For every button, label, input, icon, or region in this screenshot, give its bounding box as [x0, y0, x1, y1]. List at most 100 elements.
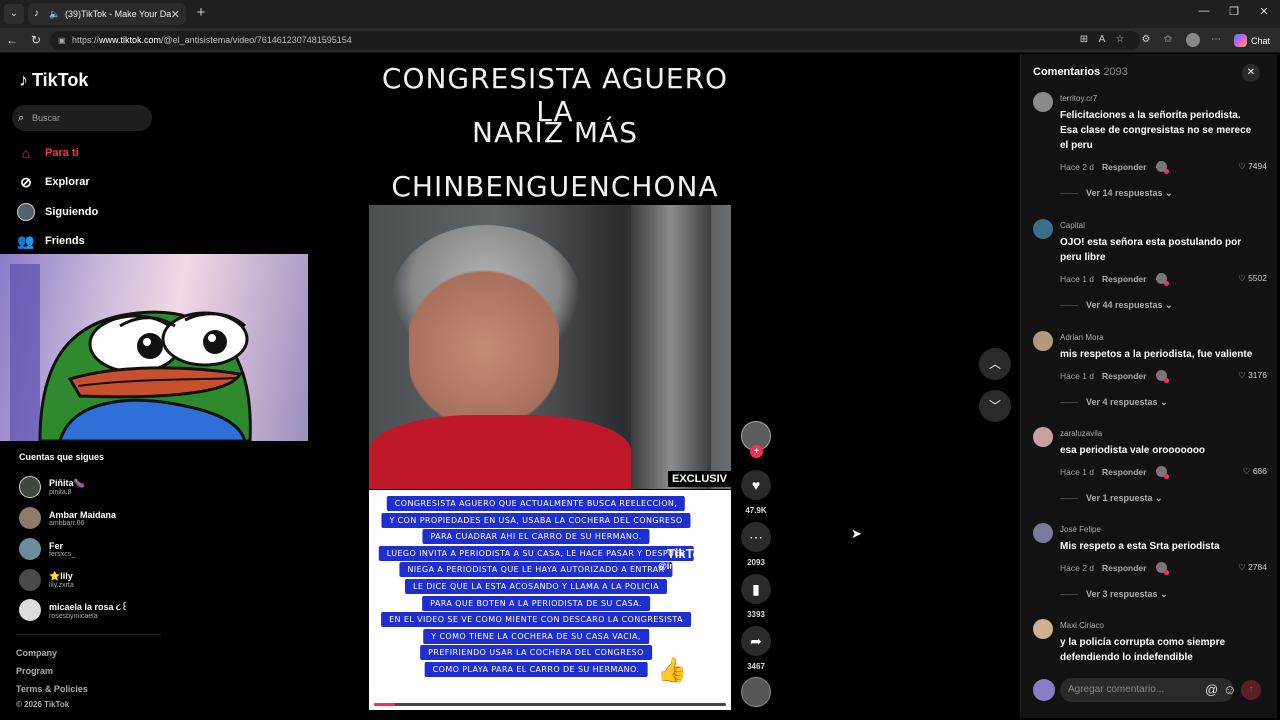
like-button[interactable]: ♥ 47.9K — [741, 470, 771, 515]
profile-avatar[interactable] — [1186, 33, 1200, 47]
following-account[interactable]: Fer fersxcs_ — [19, 536, 75, 562]
favorites-icon[interactable]: ✩ — [1162, 34, 1174, 46]
view-replies-button[interactable]: Ver 1 respuesta ⌄ — [1060, 493, 1163, 504]
commenter-name[interactable]: José Felipe — [1060, 525, 1101, 534]
nav-label: Friends — [45, 235, 85, 247]
reply-button[interactable]: Responder — [1102, 371, 1146, 381]
comment-like-button[interactable]: ♡ 2784 — [1238, 562, 1267, 573]
comments-title: Comentarios — [1033, 66, 1101, 78]
send-arrow-icon[interactable]: ↑ — [1241, 680, 1261, 700]
commenter-avatar[interactable] — [1033, 523, 1053, 543]
comment-like-button[interactable]: ♡ 686 — [1243, 466, 1267, 477]
follow-plus-icon[interactable]: + — [750, 445, 763, 458]
account-name: Fer — [49, 540, 64, 551]
nav-friends[interactable]: 👥 Friends — [17, 230, 85, 252]
view-replies-button[interactable]: Ver 14 respuestas ⌄ — [1060, 188, 1173, 199]
next-video-button[interactable]: ﹀ — [979, 390, 1011, 422]
commenter-name[interactable]: Capital — [1060, 221, 1085, 230]
share-button[interactable]: ➦ 3467 — [741, 626, 771, 671]
speaker-icon[interactable]: 🔈 — [49, 9, 61, 20]
close-comments-icon[interactable]: ✕ — [1242, 64, 1260, 82]
commenter-avatar[interactable] — [1033, 427, 1053, 447]
reply-button[interactable]: Responder — [1102, 563, 1146, 573]
url-field[interactable]: ▣ https://www.tiktok.com/@el_antisistema… — [50, 31, 1140, 50]
commenter-name[interactable]: territoy.cr7 — [1060, 94, 1097, 103]
tiktok-logo[interactable]: ♪ TikTok — [19, 70, 88, 91]
nav-explorar[interactable]: ⊘ Explorar — [17, 171, 90, 193]
video-title-line: CHINBENGUENCHONA — [391, 170, 719, 203]
video-author[interactable]: el_antisistema — [376, 681, 452, 693]
following-account[interactable]: Ambar Maidana ambbarr.06 — [19, 505, 116, 531]
following-account[interactable]: micaela la rosa ૮꒰ rosesbymicaela — [19, 597, 128, 623]
sound-avatar[interactable] — [741, 677, 771, 707]
reload-icon[interactable]: ↻ — [28, 33, 44, 47]
footer-link-program[interactable]: Program — [16, 666, 53, 676]
comment-meta: Hace 1 d Responder ♡ 5502 — [1060, 273, 1267, 286]
video-player[interactable]: CONGRESISTA AGUERO LA NARIZ MÁS CHINBENG… — [369, 54, 731, 710]
comment-count: 2093 — [747, 558, 765, 567]
previous-video-button[interactable]: ︿ — [979, 348, 1011, 380]
tab-menu-chevron-icon[interactable]: ⌄ — [4, 4, 24, 24]
comment-button[interactable]: ⋯ 2093 — [741, 522, 771, 567]
browser-tab[interactable]: ♪ 🔈 (39)TikTok - Make Your Day ✕ — [28, 3, 186, 25]
comment-like-count: 686 — [1252, 466, 1267, 476]
creator-liked-avatar — [1156, 273, 1170, 286]
commenter-name[interactable]: Adrian Mora — [1060, 333, 1104, 342]
comment-text: esa periodista vale orooooooo — [1060, 445, 1206, 456]
restore-icon[interactable]: ❐ — [1227, 5, 1241, 18]
account-username: pinita.8 — [49, 489, 72, 496]
comment-text: mis respetos a la periodista, fue valien… — [1060, 349, 1253, 360]
exclusive-label: EXCLUSIV — [667, 471, 731, 487]
commenter-avatar[interactable] — [1033, 219, 1053, 239]
chevron-down-icon: ﹀ — [988, 399, 1001, 413]
app-available-icon[interactable]: ⊞ — [1078, 34, 1090, 46]
reply-button[interactable]: Responder — [1102, 162, 1146, 172]
commenter-name[interactable]: zaraluzavila — [1060, 429, 1102, 438]
back-arrow-icon[interactable]: ← — [4, 33, 20, 47]
view-replies-label: Ver 1 respuesta — [1086, 493, 1153, 503]
view-replies-button[interactable]: Ver 3 respuestas ⌄ — [1060, 589, 1168, 600]
comment-time: Hace 1 d — [1060, 273, 1095, 284]
copyright: © 2026 TikTok — [16, 700, 70, 709]
new-tab-plus-icon[interactable]: + — [192, 4, 210, 22]
view-replies-button[interactable]: Ver 4 respuestas ⌄ — [1060, 397, 1168, 408]
avatar — [19, 538, 41, 560]
copilot-chat-button[interactable]: Chat — [1234, 33, 1270, 48]
save-button[interactable]: ▮ 3393 — [741, 574, 771, 619]
emoji-icon[interactable]: ☺ — [1223, 682, 1236, 697]
search-input[interactable]: ⌕ Buscar — [12, 105, 152, 131]
favorite-star-icon[interactable]: ☆ — [1114, 34, 1126, 46]
extensions-icon[interactable]: ⚙ — [1140, 34, 1152, 46]
home-icon: ⌂ — [21, 145, 31, 161]
tab-close-icon[interactable]: ✕ — [171, 8, 180, 21]
nav-para-ti[interactable]: ⌂ Para ti — [17, 142, 79, 164]
following-account[interactable]: Piñita🍆 pinita.8 — [19, 474, 85, 500]
commenter-name[interactable]: Maxi Ciriaco — [1060, 621, 1104, 630]
comment-like-button[interactable]: ♡ 5502 — [1238, 273, 1267, 284]
mention-icon[interactable]: @ — [1205, 682, 1218, 697]
creator-liked-avatar — [1156, 370, 1170, 383]
site-info-icon[interactable]: ▣ — [58, 31, 66, 50]
reply-button[interactable]: Responder — [1102, 467, 1146, 477]
translate-icon[interactable]: A — [1096, 34, 1108, 46]
nav-siguiendo[interactable]: Siguiendo — [17, 201, 98, 223]
footer-link-company[interactable]: Company — [16, 648, 57, 658]
reply-button[interactable]: Responder — [1102, 274, 1146, 284]
caption-line: PARA CUADRAR AHI EL CARRO DE SU HERMANO. — [422, 529, 650, 545]
comment-like-button[interactable]: ♡ 7494 — [1238, 161, 1267, 172]
commenter-avatar[interactable] — [1033, 92, 1053, 112]
commenter-avatar[interactable] — [1033, 331, 1053, 351]
comment-like-count: 5502 — [1248, 273, 1267, 283]
more-options-icon[interactable]: ⋯ — [1210, 34, 1222, 46]
commenter-avatar[interactable] — [1033, 619, 1053, 639]
progress-fill — [374, 703, 396, 706]
footer-link-terms[interactable]: Terms & Policies — [16, 684, 88, 694]
comment-like-button[interactable]: ♡ 3176 — [1238, 370, 1267, 381]
video-progress-bar[interactable] — [374, 703, 726, 706]
caption-line: Y CON PROPIEDADES EN USA, USABA LA COCHE… — [381, 512, 691, 528]
window-close-icon[interactable]: ✕ — [1257, 5, 1271, 18]
view-replies-button[interactable]: Ver 44 respuestas ⌄ — [1060, 300, 1173, 311]
mouse-cursor-icon: ➤ — [851, 526, 862, 541]
following-account[interactable]: ⭐lily lily.zxrta — [19, 567, 74, 593]
minimize-icon[interactable]: — — [1197, 5, 1211, 17]
